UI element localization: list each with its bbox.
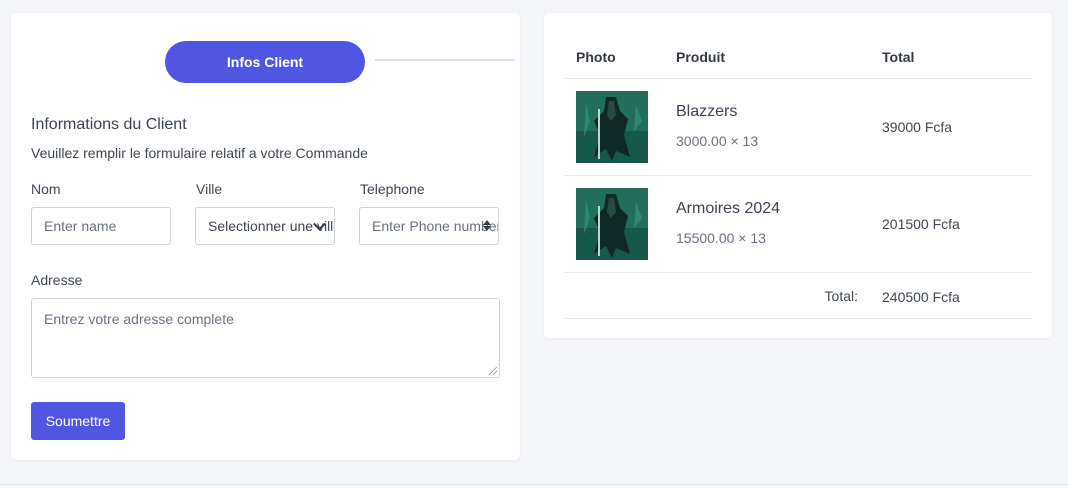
number-spinner-icon[interactable]	[482, 219, 492, 235]
ville-label: Ville	[196, 181, 223, 197]
product-name: Blazzers	[676, 103, 738, 120]
resize-grip-icon[interactable]	[489, 367, 497, 375]
column-header-total: Total	[882, 49, 915, 65]
product-qty: 3000.00 × 13	[676, 133, 759, 149]
telephone-input[interactable]: Enter Phone number	[359, 207, 499, 245]
product-image	[576, 188, 648, 260]
page-bottom-border	[0, 484, 1068, 485]
form-title: Informations du Client	[31, 116, 187, 133]
product-qty: 15500.00 × 13	[676, 230, 766, 246]
total-divider	[564, 318, 1032, 319]
column-header-photo: Photo	[576, 49, 616, 65]
ville-select[interactable]: Selectionner une ville	[195, 207, 335, 245]
submit-button[interactable]: Soumettre	[31, 402, 125, 440]
adresse-textarea[interactable]: Entrez votre adresse complete	[31, 298, 500, 378]
stepper-line	[375, 59, 515, 61]
telephone-label: Telephone	[360, 181, 425, 197]
nom-input[interactable]: Enter name	[31, 207, 171, 245]
column-header-produit: Produit	[676, 49, 725, 65]
product-total: 39000 Fcfa	[882, 119, 953, 135]
telephone-placeholder: Enter Phone number	[372, 218, 499, 234]
nom-placeholder: Enter name	[44, 218, 117, 234]
adresse-placeholder: Entrez votre adresse complete	[44, 311, 234, 327]
order-summary-card: Photo Produit Total Blazzers 3000.00 × 1…	[544, 13, 1052, 338]
row-divider	[564, 272, 1032, 273]
product-image	[576, 91, 648, 163]
adresse-label: Adresse	[31, 272, 83, 288]
header-divider	[564, 78, 1032, 79]
nom-label: Nom	[31, 181, 61, 197]
form-subtitle: Veuillez remplir le formulaire relatif a…	[31, 145, 368, 161]
product-total: 201500 Fcfa	[882, 216, 960, 232]
client-form-card: Infos Client Informations du Client Veui…	[11, 13, 520, 460]
row-divider	[564, 175, 1032, 176]
step-infos-client[interactable]: Infos Client	[165, 41, 365, 83]
grand-total-value: 240500 Fcfa	[882, 289, 960, 305]
product-name: Armoires 2024	[676, 200, 781, 217]
grand-total-label: Total:	[824, 288, 858, 304]
